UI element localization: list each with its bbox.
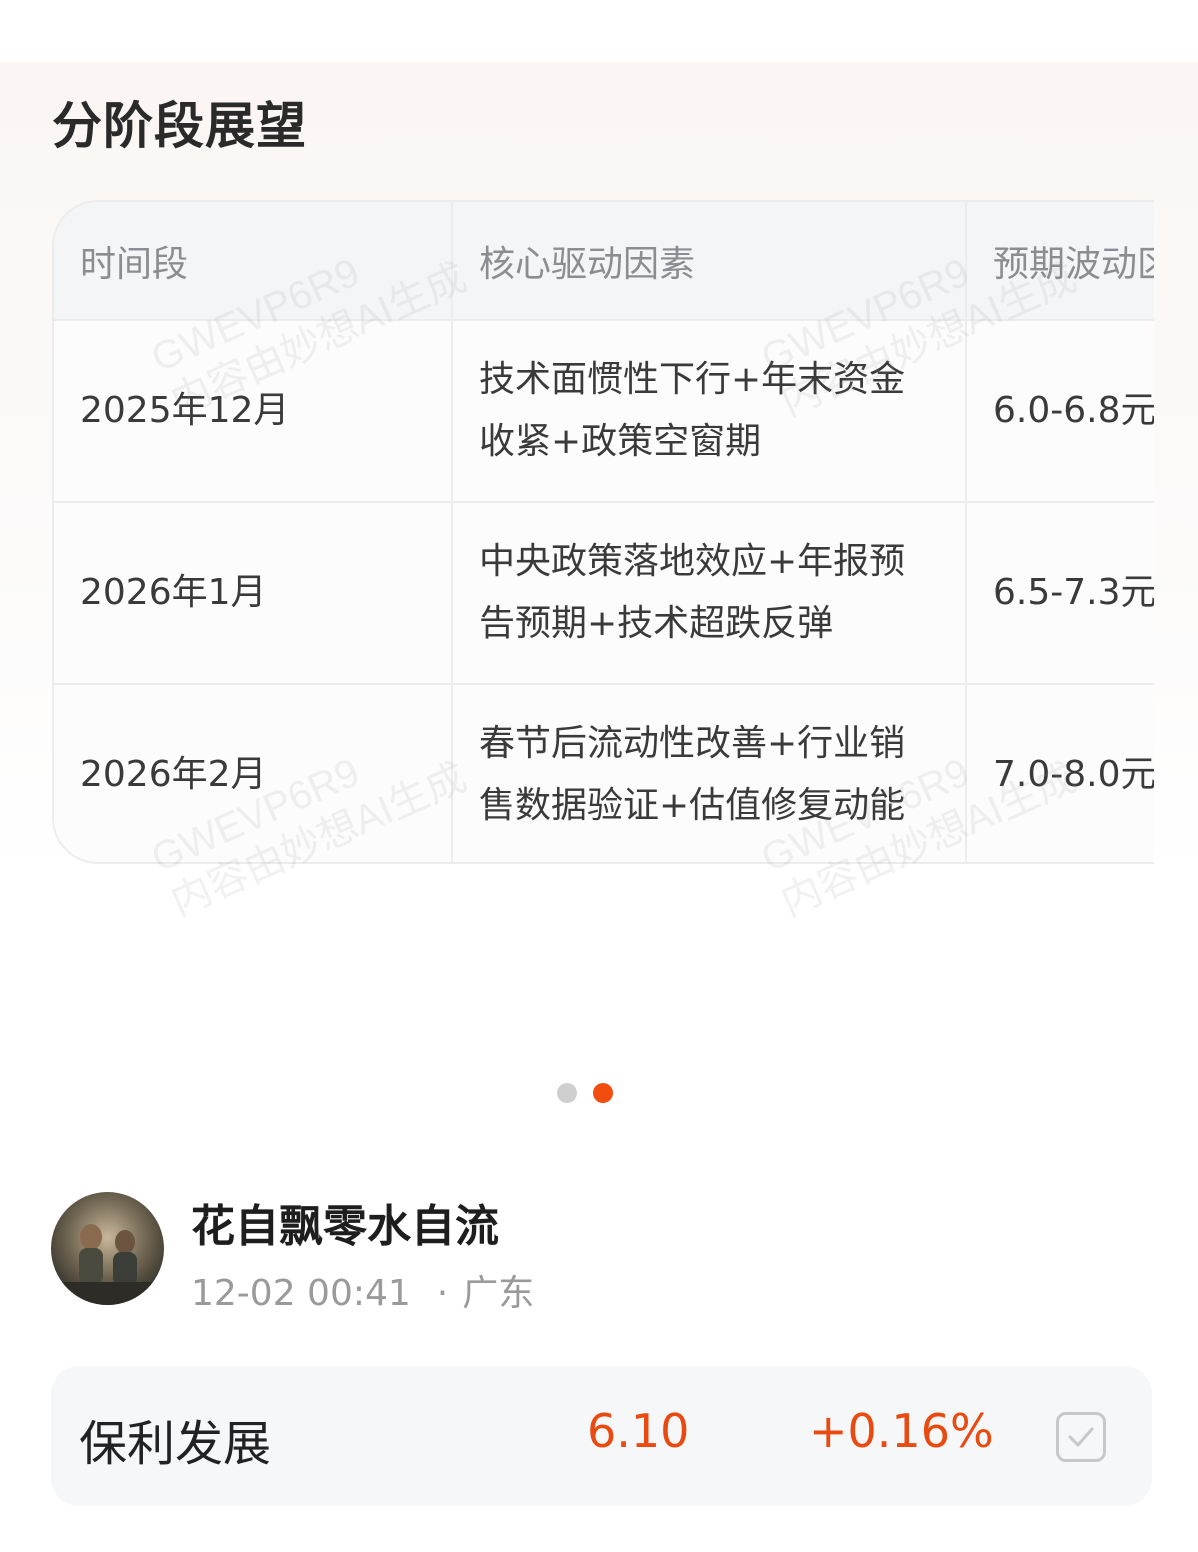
avatar[interactable] — [51, 1192, 164, 1305]
stock-card[interactable]: 保利发展 6.10 +0.16% — [51, 1366, 1152, 1506]
outlook-table-scroll[interactable]: 时间段 核心驱动因素 预期波动区间 2025年12月 技术面惯性下行+年末资金收… — [52, 200, 1154, 864]
author-name[interactable]: 花自飘零水自流 — [191, 1190, 499, 1254]
cell-range: 6.5-7.3元 — [965, 501, 1154, 685]
header-range: 预期波动区间 — [965, 202, 1154, 321]
table-row: 2026年1月 中央政策落地效应+年报预告预期+技术超跌反弹 6.5-7.3元 — [54, 501, 1154, 685]
cell-drivers: 春节后流动性改善+行业销售数据验证+估值修复动能 — [451, 683, 967, 862]
stock-name[interactable]: 保利发展 — [79, 1404, 271, 1474]
header-drivers: 核心驱动因素 — [451, 202, 967, 321]
table-row: 2026年2月 春节后流动性改善+行业销售数据验证+估值修复动能 7.0-8.0… — [54, 683, 1154, 862]
checkmark-icon — [1068, 1427, 1094, 1447]
table-row: 2025年12月 技术面惯性下行+年末资金收紧+政策空窗期 6.0-6.8元 — [54, 319, 1154, 503]
cell-drivers: 技术面惯性下行+年末资金收紧+政策空窗期 — [451, 319, 967, 503]
avatar-photo-icon — [51, 1192, 164, 1305]
cell-range: 6.0-6.8元 — [965, 319, 1154, 503]
pager-dot-active[interactable] — [593, 1083, 613, 1103]
card-title: 分阶段展望 — [52, 97, 307, 155]
cell-period: 2025年12月 — [54, 319, 453, 503]
stock-price: 6.10 — [587, 1404, 690, 1458]
table-header-row: 时间段 核心驱动因素 预期波动区间 — [54, 202, 1154, 321]
carousel-pager[interactable] — [557, 1083, 613, 1103]
pager-dot[interactable] — [557, 1083, 577, 1103]
post-location: 广东 — [462, 1273, 535, 1314]
cell-period: 2026年2月 — [54, 683, 453, 862]
checkbox-checked-icon[interactable] — [1056, 1412, 1106, 1462]
meta-separator: · — [436, 1273, 449, 1314]
outlook-table: 时间段 核心驱动因素 预期波动区间 2025年12月 技术面惯性下行+年末资金收… — [54, 202, 1154, 862]
header-period: 时间段 — [54, 202, 453, 321]
post-time: 12-02 00:41 — [191, 1273, 411, 1314]
cell-range: 7.0-8.0元 — [965, 683, 1154, 862]
cell-drivers: 中央政策落地效应+年报预告预期+技术超跌反弹 — [451, 501, 967, 685]
post-meta: 12-02 00:41 · 广东 — [191, 1264, 534, 1316]
stock-change: +0.16% — [809, 1404, 994, 1458]
cell-period: 2026年1月 — [54, 501, 453, 685]
